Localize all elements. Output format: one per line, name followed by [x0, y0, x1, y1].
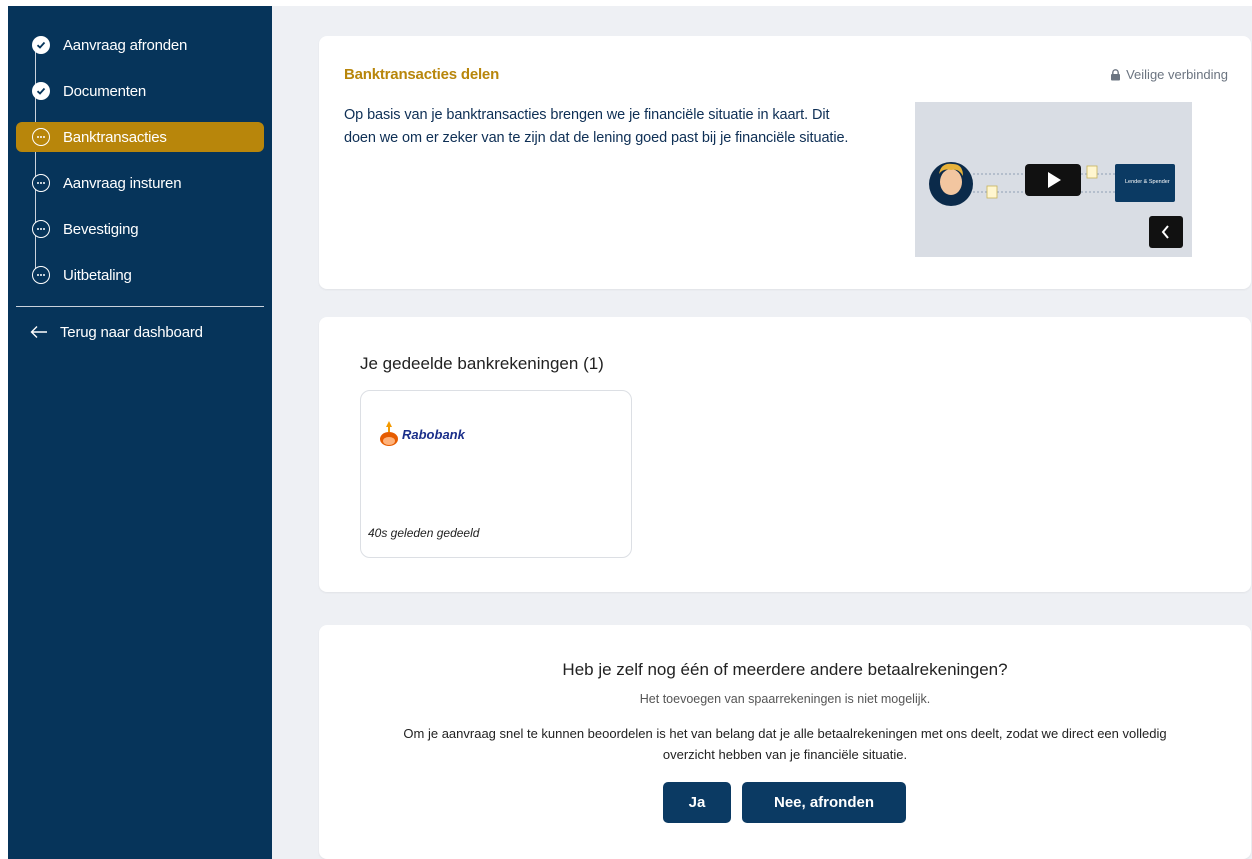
lock-icon — [1111, 68, 1121, 80]
rabobank-logo: Rabobank — [377, 419, 465, 447]
more-accounts-card: Heb je zelf nog één of meerdere andere b… — [319, 625, 1251, 859]
sidebar: Aanvraag afronden Documenten Banktransac… — [8, 6, 272, 859]
back-label: Terug naar dashboard — [60, 323, 203, 341]
no-finish-button[interactable]: Nee, afronden — [742, 782, 906, 823]
pending-circle-icon — [32, 266, 50, 284]
sidebar-divider — [16, 306, 264, 307]
step-banktransacties[interactable]: Banktransacties — [16, 122, 264, 152]
step-documenten[interactable]: Documenten — [16, 76, 264, 106]
video-box-label: Lender & Spender — [1125, 179, 1170, 185]
intro-card: Banktransacties delen Veilige verbinding… — [319, 36, 1251, 289]
step-bevestiging[interactable]: Bevestiging — [16, 214, 264, 244]
step-label: Documenten — [63, 82, 147, 100]
rabobank-logo-icon — [380, 421, 398, 446]
step-aanvraag-afronden[interactable]: Aanvraag afronden — [16, 30, 264, 60]
more-accounts-explanation: Om je aanvraag snel te kunnen beoordelen… — [403, 726, 1167, 762]
pending-circle-icon — [32, 220, 50, 238]
bank-account-card[interactable]: Rabobank 40s geleden gedeeld — [360, 390, 632, 558]
pending-circle-icon — [32, 128, 50, 146]
intro-title: Banktransacties delen — [344, 66, 500, 83]
step-aanvraag-insturen[interactable]: Aanvraag insturen — [16, 168, 264, 198]
back-to-dashboard-link[interactable]: Terug naar dashboard — [16, 317, 264, 347]
main-content: Banktransacties delen Veilige verbinding… — [272, 6, 1252, 859]
step-label: Uitbetaling — [63, 266, 132, 284]
step-uitbetaling[interactable]: Uitbetaling — [16, 260, 264, 290]
more-accounts-question: Heb je zelf nog één of meerdere andere b… — [562, 660, 1008, 679]
step-label: Bevestiging — [63, 220, 139, 238]
secure-connection-badge: Veilige verbinding — [1110, 67, 1228, 82]
bank-name: Rabobank — [402, 427, 465, 442]
progress-steps: Aanvraag afronden Documenten Banktransac… — [8, 6, 272, 290]
yes-button[interactable]: Ja — [663, 782, 731, 823]
intro-text: Op basis van je banktransacties brengen … — [344, 107, 849, 146]
secure-label: Veilige verbinding — [1126, 67, 1228, 82]
step-label: Aanvraag afronden — [63, 36, 188, 54]
step-label: Banktransacties — [63, 128, 167, 146]
step-label: Aanvraag insturen — [63, 174, 182, 192]
savings-note: Het toevoegen van spaarrekeningen is nie… — [639, 692, 931, 706]
explainer-video[interactable]: Lender & Spender — [915, 102, 1192, 257]
arrow-left-icon — [30, 326, 47, 338]
shared-accounts-card: Je gedeelde bankrekeningen (1) Rabobank … — [319, 317, 1251, 592]
check-circle-icon — [32, 82, 50, 100]
check-circle-icon — [32, 36, 50, 54]
shared-time: 40s geleden gedeeld — [368, 526, 480, 540]
shared-accounts-heading: Je gedeelde bankrekeningen (1) — [360, 354, 604, 373]
pending-circle-icon — [32, 174, 50, 192]
